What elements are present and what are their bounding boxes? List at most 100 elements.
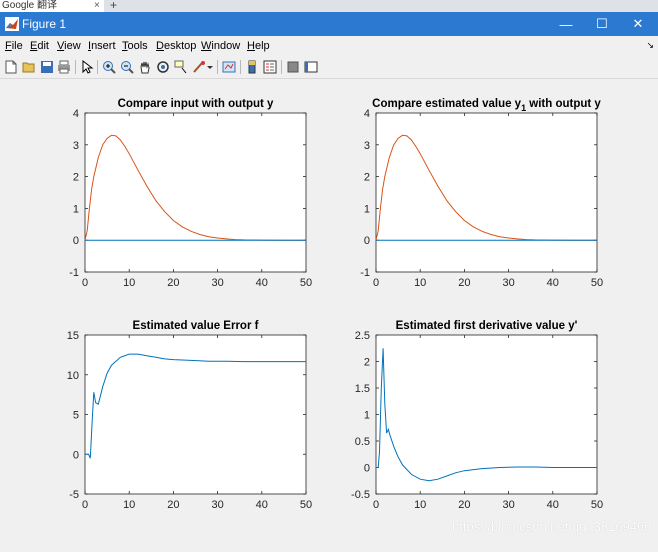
minimize-button[interactable]: — xyxy=(548,12,584,36)
menu-view[interactable]: View xyxy=(57,36,81,56)
new-figure-icon[interactable] xyxy=(3,59,19,75)
x-tick-label: 50 xyxy=(591,277,603,289)
chart-title: Compare estimated value y1 with output y xyxy=(372,98,601,113)
y-tick-label: 0 xyxy=(73,235,79,247)
y-tick-label: 5 xyxy=(73,410,79,422)
browser-tab-label: Google 翻译 xyxy=(2,0,58,11)
x-tick-label: 40 xyxy=(547,499,559,511)
x-tick-label: 40 xyxy=(547,277,559,289)
close-button[interactable]: ✕ xyxy=(620,12,656,36)
x-tick-label: 20 xyxy=(458,499,470,511)
minimize-icon: — xyxy=(559,16,573,32)
maximize-button[interactable]: ☐ xyxy=(584,12,620,36)
y-tick-label: 0 xyxy=(73,449,79,461)
y-tick-label: 1 xyxy=(364,410,370,422)
menu-file[interactable]: File xyxy=(5,36,23,56)
toolbar-separator xyxy=(281,60,282,74)
y-tick-label: 0 xyxy=(364,463,370,475)
link-icon[interactable] xyxy=(221,59,237,75)
toolbar-separator xyxy=(75,60,76,74)
y-tick-label: 0 xyxy=(364,235,370,247)
x-tick-label: 30 xyxy=(211,499,223,511)
y-tick-label: 4 xyxy=(364,108,370,120)
menu-help[interactable]: Help xyxy=(247,36,270,56)
menu-bar: File Edit View Insert Tools Desktop Wind… xyxy=(0,36,658,56)
brush-dropdown-icon[interactable] xyxy=(206,59,214,75)
toolbar-separator xyxy=(240,60,241,74)
browser-tab-strip: Google 翻译 × + xyxy=(0,0,658,12)
axes-box xyxy=(84,112,307,273)
x-tick-label: 0 xyxy=(373,277,379,289)
menu-desktop[interactable]: Desktop xyxy=(156,36,196,56)
y-tick-label: 2 xyxy=(364,172,370,184)
menu-insert[interactable]: Insert xyxy=(88,36,116,56)
x-tick-label: 40 xyxy=(256,499,268,511)
x-tick-label: 30 xyxy=(502,277,514,289)
x-tick-label: 10 xyxy=(123,277,135,289)
x-tick-label: 50 xyxy=(300,499,312,511)
browser-tab[interactable]: Google 翻译 xyxy=(0,0,104,12)
watermark-text: https://blog.csdn.net/qq_38169460 xyxy=(452,519,652,534)
x-tick-label: 10 xyxy=(414,499,426,511)
pan-icon[interactable] xyxy=(137,59,153,75)
y-tick-label: 2 xyxy=(364,357,370,369)
zoom-in-icon[interactable] xyxy=(101,59,117,75)
save-icon[interactable] xyxy=(39,59,55,75)
y-tick-label: -1 xyxy=(69,267,79,279)
toolbar-separator xyxy=(97,60,98,74)
x-tick-label: 40 xyxy=(256,277,268,289)
matlab-logo-icon xyxy=(5,17,19,31)
y-tick-label: 1.5 xyxy=(355,383,370,395)
figure-toolbar xyxy=(0,56,658,79)
x-tick-label: 30 xyxy=(502,499,514,511)
y-tick-label: 1 xyxy=(73,203,79,215)
brush-icon[interactable] xyxy=(191,59,207,75)
axes-box xyxy=(375,112,598,273)
y-tick-label: 2.5 xyxy=(355,330,370,342)
x-tick-label: 0 xyxy=(373,499,379,511)
new-tab-icon[interactable]: + xyxy=(110,0,117,11)
chart-title: Estimated value Error f xyxy=(133,320,259,332)
y-tick-label: 0.5 xyxy=(355,436,370,448)
menu-tools[interactable]: Tools xyxy=(122,36,148,56)
toolbar-separator xyxy=(217,60,218,74)
x-tick-label: 10 xyxy=(123,499,135,511)
rotate-3d-icon[interactable] xyxy=(155,59,171,75)
menu-edit[interactable]: Edit xyxy=(30,36,49,56)
close-icon: ✕ xyxy=(632,16,644,31)
y-tick-label: -0.5 xyxy=(351,489,370,501)
tab-close-icon[interactable]: × xyxy=(94,0,100,12)
insert-colorbar-icon[interactable] xyxy=(244,59,260,75)
y-tick-label: 15 xyxy=(67,330,79,342)
menu-window[interactable]: Window xyxy=(201,36,240,56)
y-tick-label: 3 xyxy=(73,140,79,152)
print-icon[interactable] xyxy=(56,59,72,75)
x-tick-label: 0 xyxy=(82,277,88,289)
open-file-icon[interactable] xyxy=(21,59,37,75)
maximize-icon: ☐ xyxy=(596,16,608,31)
y-tick-label: -1 xyxy=(360,267,370,279)
data-cursor-icon[interactable] xyxy=(173,59,189,75)
y-tick-label: -5 xyxy=(69,489,79,501)
chart-title: Estimated first derivative value y' xyxy=(396,320,578,332)
hide-plot-tools-icon[interactable] xyxy=(285,59,301,75)
pointer-icon[interactable] xyxy=(79,59,95,75)
y-tick-label: 1 xyxy=(364,203,370,215)
x-tick-label: 30 xyxy=(211,277,223,289)
plots-canvas: 0 10 20 30 40 50-101234Compare input with out… xyxy=(67,98,603,511)
window-title: Figure 1 xyxy=(22,17,67,31)
y-tick-label: 4 xyxy=(73,108,79,120)
x-tick-label: 10 xyxy=(414,277,426,289)
y-tick-label: 10 xyxy=(67,370,79,382)
undock-arrow-icon[interactable]: ↘ xyxy=(646,40,654,51)
show-plot-tools-icon[interactable] xyxy=(303,59,319,75)
y-tick-label: 2 xyxy=(73,172,79,184)
zoom-out-icon[interactable] xyxy=(119,59,135,75)
y-tick-label: 3 xyxy=(364,140,370,152)
axes-box xyxy=(375,334,598,495)
x-tick-label: 50 xyxy=(300,277,312,289)
insert-legend-icon[interactable] xyxy=(262,59,278,75)
x-tick-label: 20 xyxy=(458,277,470,289)
x-tick-label: 20 xyxy=(167,277,179,289)
window-titlebar: Figure 1 — ☐ ✕ xyxy=(0,12,658,36)
